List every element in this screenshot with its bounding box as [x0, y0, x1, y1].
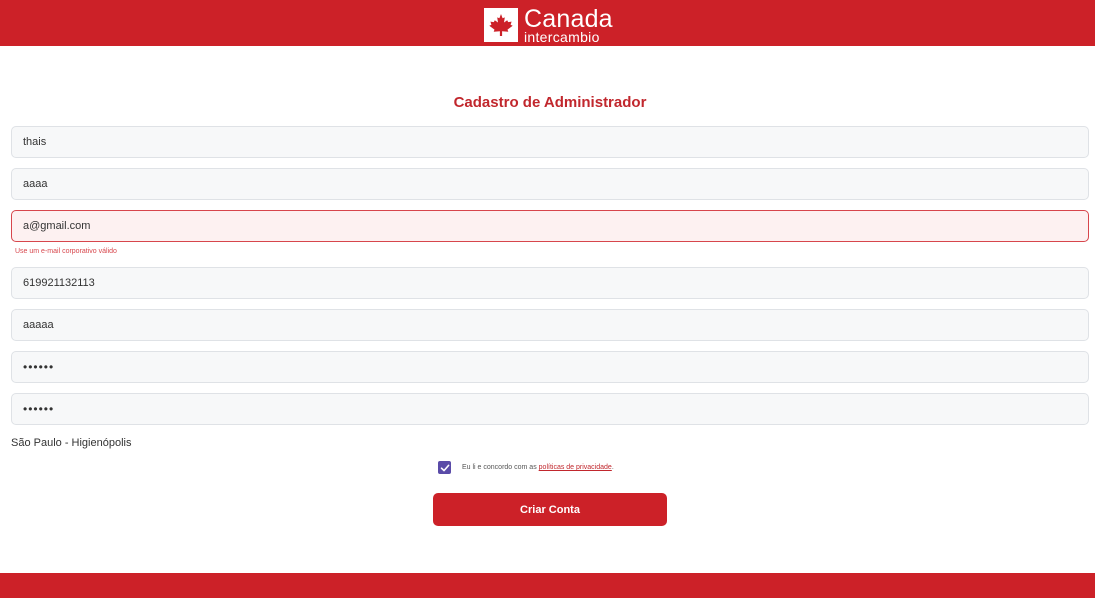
privacy-consent: Eu li e concordo com as políticas de pri… — [438, 461, 614, 474]
checkmark-icon — [440, 464, 449, 471]
consent-suffix: . — [611, 464, 614, 471]
confirm-password-field[interactable]: •••••• — [11, 393, 1089, 425]
page-title: Cadastro de Administrador — [453, 94, 647, 111]
consent-text: Eu li e concordo com as — [462, 464, 537, 471]
privacy-checkbox[interactable] — [438, 461, 451, 474]
email-error-message: Use um e-mail corporativo válido — [15, 248, 117, 255]
surname-field[interactable]: aaaa — [11, 168, 1089, 200]
phone-field[interactable]: 619921132113 — [11, 267, 1089, 299]
top-header: Canada intercambio — [0, 0, 1095, 46]
create-account-button[interactable]: Criar Conta — [433, 493, 667, 526]
bottom-footer — [0, 573, 1095, 598]
email-field[interactable]: a@gmail.com — [11, 210, 1089, 242]
role-field[interactable]: aaaaa — [11, 309, 1089, 341]
logo-subtitle: intercambio — [524, 29, 600, 45]
password-field[interactable]: •••••• — [11, 351, 1089, 383]
name-field[interactable]: thais — [11, 126, 1089, 158]
maple-leaf-icon — [484, 8, 518, 42]
location-label: São Paulo - Higienópolis — [11, 437, 132, 449]
canada-intercambio-logo[interactable]: Canada intercambio — [484, 7, 613, 45]
logo-text: Canada intercambio — [524, 7, 613, 45]
privacy-policy-link[interactable]: políticas de privacidade — [539, 464, 612, 471]
